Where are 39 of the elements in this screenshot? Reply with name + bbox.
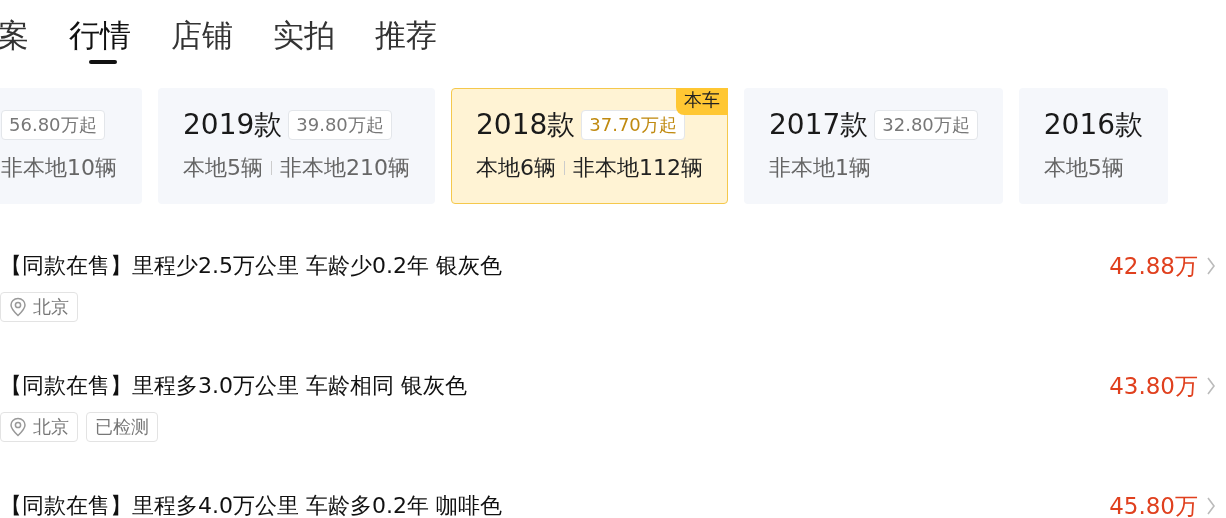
- current-car-badge: 本车: [676, 88, 728, 115]
- starting-price: 56.80万起: [1, 110, 105, 140]
- vehicle-count: 本地6辆: [476, 154, 556, 182]
- chevron-icon[interactable]: [1206, 496, 1216, 516]
- model-year: 2019款: [183, 107, 283, 143]
- starting-price: 39.80万起: [288, 110, 392, 140]
- vehicle-count: 非本地112辆: [573, 154, 703, 182]
- listing-title[interactable]: 【同款在售】里程少2.5万公里 车龄少0.2年 银灰色: [0, 251, 1110, 281]
- starting-price: 32.80万起: [874, 110, 978, 140]
- vehicle-count: 本地5辆: [183, 154, 263, 182]
- listing-title[interactable]: 【同款在售】里程多4.0万公里 车龄多0.2年 咖啡色: [0, 491, 1110, 518]
- model-year-card[interactable]: 本车 2018款 37.70万起 本地6辆 非本地112辆: [451, 88, 728, 204]
- tag-label: 北京: [33, 295, 69, 319]
- listing-price: 42.88万: [1109, 251, 1198, 281]
- model-year-card[interactable]: 2016款 本地5辆: [1018, 88, 1169, 204]
- tab[interactable]: 行情: [69, 14, 131, 64]
- location-pin-icon: [9, 417, 27, 437]
- chevron-icon[interactable]: [1206, 376, 1216, 396]
- model-year-card[interactable]: 56.80万起 非本地10辆: [0, 88, 142, 204]
- chevron-icon[interactable]: [1206, 256, 1216, 276]
- tag-label: 已检测: [95, 415, 149, 439]
- listing-price: 45.80万: [1109, 491, 1198, 518]
- model-year: 2016款: [1043, 107, 1144, 143]
- vehicle-count: 非本地210辆: [280, 154, 410, 182]
- tag-label: 北京: [33, 415, 69, 439]
- model-year: 2017款: [769, 107, 869, 143]
- vehicle-count: 非本地10辆: [1, 154, 117, 182]
- listing-title[interactable]: 【同款在售】里程多3.0万公里 车龄相同 银灰色: [0, 371, 1110, 401]
- tab[interactable]: 推荐: [375, 14, 437, 64]
- vehicle-count: 非本地1辆: [769, 154, 871, 182]
- model-year-card[interactable]: 2019款 39.80万起 本地5辆 非本地210辆: [158, 88, 435, 204]
- location-pin-icon: [9, 297, 27, 317]
- vehicle-count: 本地5辆: [1043, 154, 1124, 182]
- model-year: 2018款: [476, 107, 576, 143]
- starting-price: 37.70万起: [581, 110, 685, 140]
- listing-price: 43.80万: [1109, 371, 1198, 401]
- model-year-card[interactable]: 2017款 32.80万起 非本地1辆: [744, 88, 1003, 204]
- tab[interactable]: 实拍: [273, 14, 335, 64]
- tab[interactable]: 店铺: [171, 14, 233, 64]
